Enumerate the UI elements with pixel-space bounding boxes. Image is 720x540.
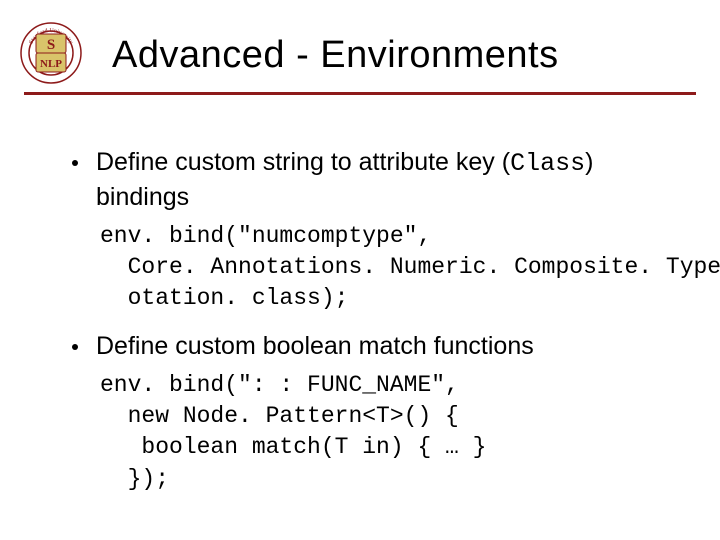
logo-s-icon: S <box>47 37 55 53</box>
bullet-item: Define custom string to attribute key (C… <box>72 146 672 215</box>
code-block: env. bind(": : FUNC_NAME", new Node. Pat… <box>100 370 672 494</box>
logo-nlp-text: NLP <box>40 58 62 70</box>
header-rule <box>24 92 696 95</box>
stanford-nlp-logo: Stanford University S NLP <box>20 22 82 84</box>
slide-header: Stanford University S NLP Advanced - Env… <box>0 18 720 96</box>
code-block: env. bind("numcomptype", Core. Annotatio… <box>100 221 672 314</box>
bullet-dot-icon <box>72 160 78 166</box>
bullet-text: Define custom string to attribute key (C… <box>96 146 672 215</box>
bullet-text-part: Define custom boolean match functions <box>96 332 534 360</box>
bullet-dot-icon <box>72 344 78 350</box>
bullet-text-part: Define custom string to attribute key ( <box>96 148 510 176</box>
slide-body: Define custom string to attribute key (C… <box>72 130 672 495</box>
bullet-text: Define custom boolean match functions <box>96 330 534 365</box>
slide: Stanford University S NLP Advanced - Env… <box>0 0 720 540</box>
bullet-item: Define custom boolean match functions <box>72 330 672 365</box>
bullet-mono-part: Class <box>510 149 585 178</box>
slide-title: Advanced - Environments <box>112 34 559 77</box>
